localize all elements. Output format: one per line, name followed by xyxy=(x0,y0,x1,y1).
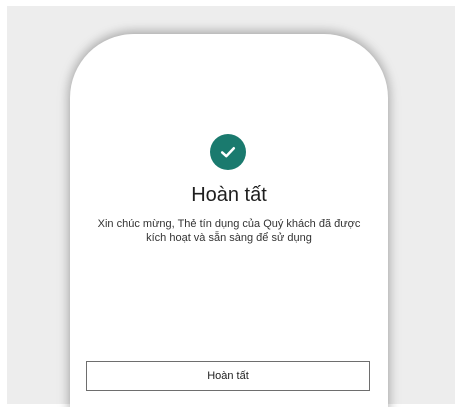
screen: Hoàn tất Xin chúc mừng, Thẻ tín dụng của… xyxy=(0,0,458,407)
success-message: Xin chúc mừng, Thẻ tín dụng của Quý khác… xyxy=(97,218,361,244)
check-circle-icon xyxy=(210,134,246,170)
done-button[interactable]: Hoàn tất xyxy=(86,361,370,391)
phone-card: Hoàn tất Xin chúc mừng, Thẻ tín dụng của… xyxy=(70,34,388,407)
checkmark-icon xyxy=(220,147,236,158)
page-title: Hoàn tất xyxy=(191,184,267,206)
